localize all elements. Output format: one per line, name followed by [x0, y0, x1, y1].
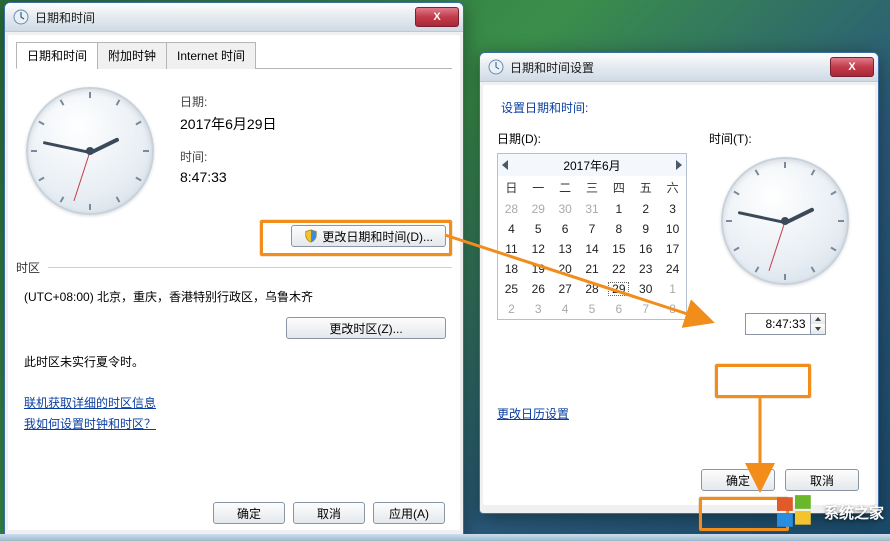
calendar-day: 30: [552, 199, 579, 219]
cancel-button[interactable]: 取消: [293, 502, 365, 524]
calendar-dow: 三: [579, 176, 606, 199]
calendar-day[interactable]: 20: [552, 259, 579, 279]
watermark-logo-icon: [774, 493, 818, 531]
calendar-day: 8: [659, 299, 686, 319]
settings-header: 设置日期和时间:: [501, 99, 861, 116]
close-button[interactable]: X: [830, 57, 874, 77]
ok-button[interactable]: 确定: [701, 469, 775, 491]
calendar-day[interactable]: 30: [632, 279, 659, 299]
calendar-dow: 六: [659, 176, 686, 199]
calendar-day[interactable]: 27: [552, 279, 579, 299]
close-button[interactable]: X: [415, 7, 459, 27]
calendar-month: 2017年6月: [563, 157, 620, 174]
calendar-day: 3: [525, 299, 552, 319]
calendar-day[interactable]: 23: [632, 259, 659, 279]
calendar-dow: 二: [552, 176, 579, 199]
calendar-day[interactable]: 6: [552, 219, 579, 239]
change-tz-button[interactable]: 更改时区(Z)...: [286, 317, 446, 339]
calendar-day: 31: [579, 199, 606, 219]
next-month-button[interactable]: [676, 160, 682, 170]
calendar-day[interactable]: 1: [605, 199, 632, 219]
calendar-day[interactable]: 16: [632, 239, 659, 259]
calendar-settings-link[interactable]: 更改日历设置: [497, 407, 569, 421]
calendar-day: 5: [579, 299, 606, 319]
calendar-day[interactable]: 17: [659, 239, 686, 259]
time-value: 8:47:33: [180, 169, 442, 185]
window-title: 日期和时间: [35, 9, 415, 26]
date-label: 日期:: [180, 93, 442, 110]
calendar-day[interactable]: 21: [579, 259, 606, 279]
calendar-day[interactable]: 28: [579, 279, 606, 299]
calendar-day[interactable]: 19: [525, 259, 552, 279]
howto-link[interactable]: 我如何设置时钟和时区？: [24, 415, 444, 432]
tz-value: (UTC+08:00) 北京，重庆，香港特别行政区，乌鲁木齐: [16, 284, 452, 315]
ok-button[interactable]: 确定: [213, 502, 285, 524]
calendar-day: 7: [632, 299, 659, 319]
calendar-day[interactable]: 4: [498, 219, 525, 239]
calendar-day[interactable]: 14: [579, 239, 606, 259]
uac-shield-icon: [304, 229, 318, 243]
titlebar[interactable]: 日期和时间设置 X: [480, 53, 878, 82]
calendar-day: 2: [498, 299, 525, 319]
calendar-day: 28: [498, 199, 525, 219]
calendar-day[interactable]: 22: [605, 259, 632, 279]
time-label: 时间(T):: [709, 130, 752, 147]
tz-header: 时区: [16, 259, 40, 276]
calendar-day[interactable]: 10: [659, 219, 686, 239]
date-value: 2017年6月29日: [180, 114, 442, 134]
datetime-icon: [13, 9, 29, 25]
calendar-dow: 四: [605, 176, 632, 199]
calendar-day[interactable]: 11: [498, 239, 525, 259]
calendar-day[interactable]: 18: [498, 259, 525, 279]
tab-strip: 日期和时间 附加时钟 Internet 时间: [16, 41, 452, 69]
datetime-main-window: 日期和时间 X 日期和时间 附加时钟 Internet 时间 日期: 2017年…: [4, 2, 464, 539]
tab-internet-time[interactable]: Internet 时间: [166, 42, 256, 69]
window-title: 日期和时间设置: [510, 59, 830, 76]
apply-button[interactable]: 应用(A): [373, 502, 445, 524]
calendar-day: 1: [659, 279, 686, 299]
datetime-settings-window: 日期和时间设置 X 设置日期和时间: 日期(D): 2017年6月 日一二三四五…: [479, 52, 879, 514]
prev-month-button[interactable]: [502, 160, 508, 170]
calendar-dow: 五: [632, 176, 659, 199]
analog-clock: [721, 157, 849, 285]
tab-additional-clocks[interactable]: 附加时钟: [97, 42, 167, 69]
calendar-day: 29: [525, 199, 552, 219]
calendar-day[interactable]: 9: [632, 219, 659, 239]
change-datetime-button[interactable]: 更改日期和时间(D)...: [291, 225, 446, 247]
calendar-dow: 一: [525, 176, 552, 199]
calendar-day[interactable]: 5: [525, 219, 552, 239]
time-spinner[interactable]: [745, 313, 826, 335]
tz-info-link[interactable]: 联机获取详细的时区信息: [24, 394, 444, 411]
calendar-day[interactable]: 13: [552, 239, 579, 259]
calendar-day[interactable]: 25: [498, 279, 525, 299]
calendar-day[interactable]: 7: [579, 219, 606, 239]
calendar-day[interactable]: 15: [605, 239, 632, 259]
cancel-button[interactable]: 取消: [785, 469, 859, 491]
date-label: 日期(D):: [497, 130, 687, 147]
spin-down[interactable]: [811, 324, 825, 334]
calendar-day[interactable]: 3: [659, 199, 686, 219]
tab-datetime[interactable]: 日期和时间: [16, 42, 98, 69]
calendar-day[interactable]: 12: [525, 239, 552, 259]
calendar-day[interactable]: 26: [525, 279, 552, 299]
spin-up[interactable]: [811, 314, 825, 324]
watermark: 系统之家: [774, 493, 884, 531]
calendar-dow: 日: [498, 176, 525, 199]
time-label: 时间:: [180, 148, 442, 165]
calendar-day: 4: [552, 299, 579, 319]
datetime-icon: [488, 59, 504, 75]
calendar[interactable]: 2017年6月 日一二三四五六2829303112345678910111213…: [497, 153, 687, 320]
titlebar[interactable]: 日期和时间 X: [5, 3, 463, 32]
calendar-day: 6: [605, 299, 632, 319]
calendar-day[interactable]: 8: [605, 219, 632, 239]
dst-note: 此时区未实行夏令时。: [16, 343, 452, 390]
calendar-day[interactable]: 29: [605, 279, 632, 299]
calendar-day[interactable]: 2: [632, 199, 659, 219]
taskbar[interactable]: [0, 534, 890, 541]
analog-clock: [26, 87, 156, 217]
calendar-day[interactable]: 24: [659, 259, 686, 279]
time-input[interactable]: [745, 313, 811, 335]
